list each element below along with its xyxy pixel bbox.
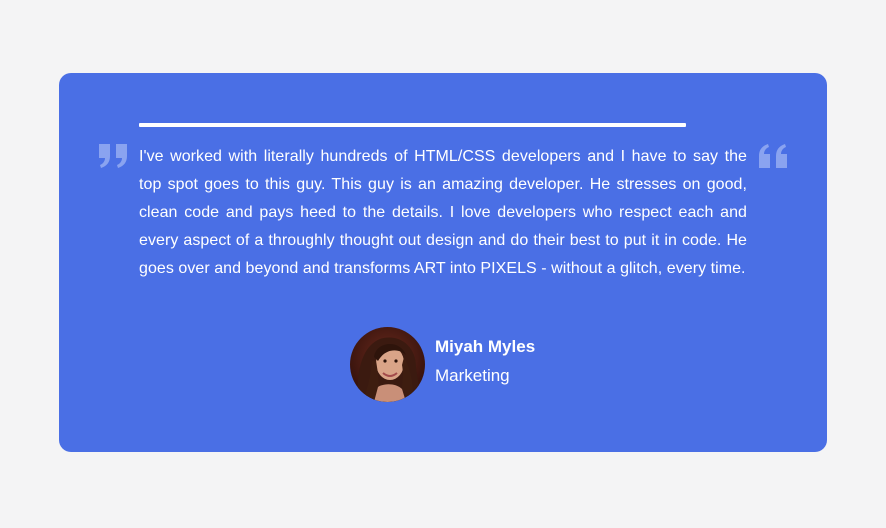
author-name: Miyah Myles (435, 336, 536, 356)
top-divider (139, 123, 686, 127)
quote-left-icon (758, 143, 788, 169)
testimonial-card: I've worked with literally hundreds of H… (59, 73, 827, 452)
author-avatar (350, 326, 425, 402)
author-info: Miyah Myles Marketing (435, 335, 535, 388)
quote-right-icon (98, 143, 128, 169)
author-role: Marketing (435, 365, 510, 385)
testimonial-text: I've worked with literally hundreds of H… (139, 148, 747, 277)
author-block: Miyah Myles Marketing (350, 326, 535, 402)
